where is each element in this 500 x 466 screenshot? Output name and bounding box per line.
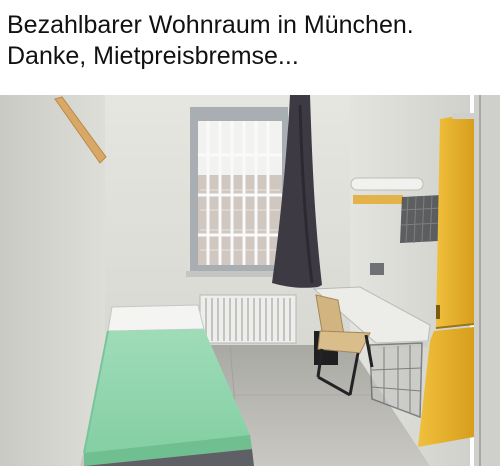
radiator: [199, 294, 297, 344]
wire-basket: [400, 195, 442, 244]
meme-caption: Bezahlbarer Wohnraum in München. Danke, …: [7, 10, 497, 72]
door-frame: [474, 95, 500, 466]
barred-window: [186, 107, 290, 277]
bed-pillow-foam: [107, 304, 205, 332]
wall-lamp: [350, 177, 424, 191]
wall-socket: [370, 263, 384, 275]
caption-line-1: Bezahlbarer Wohnraum in München.: [7, 11, 414, 39]
room-photo: [0, 95, 500, 466]
lamp-shelf: [353, 195, 403, 204]
caption-line-2: Danke, Mietpreisbremse...: [7, 42, 299, 70]
